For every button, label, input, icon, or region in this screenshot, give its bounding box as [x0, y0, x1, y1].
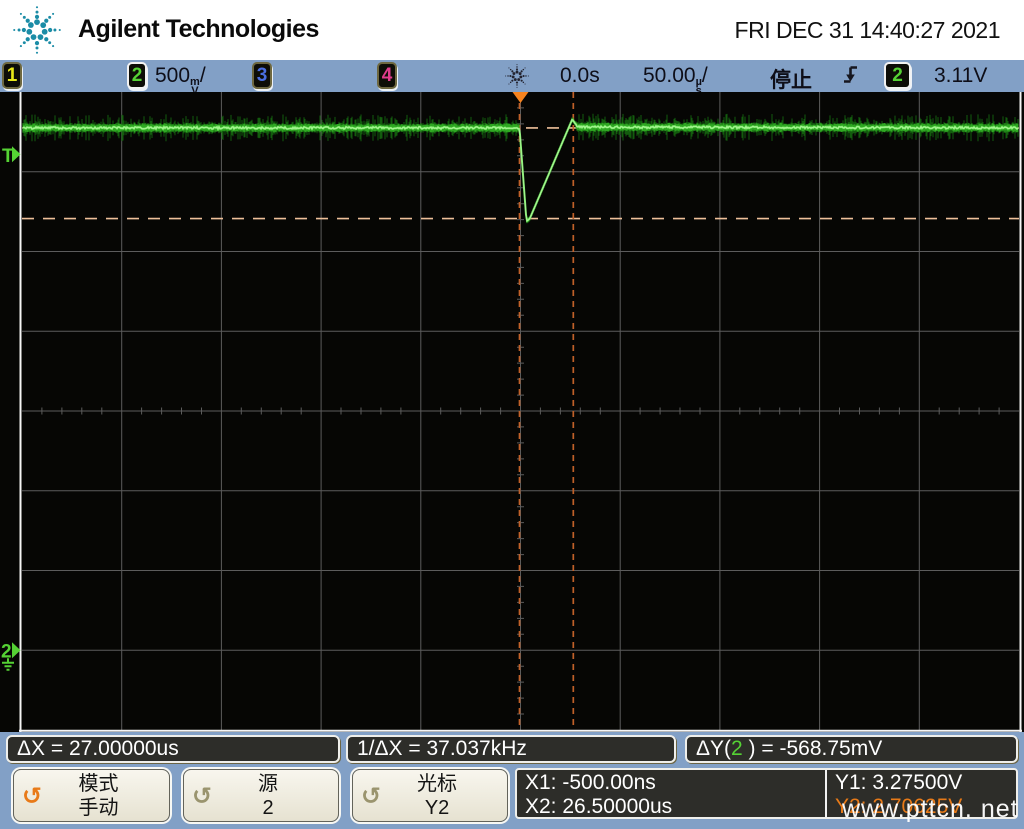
knob-icon: ↺ — [22, 786, 42, 806]
trigger-source-badge: 2 — [884, 62, 911, 89]
channel-2-badge: 2 — [127, 62, 147, 89]
header: Agilent Technologies FRI DEC 31 14:40:27… — [0, 0, 1024, 60]
x2-value: X2: 26.50000us — [525, 795, 825, 819]
agilent-logo-icon — [6, 2, 68, 58]
channel-2-ground-label: 2 — [1, 641, 12, 662]
softkey-cursor[interactable]: ↺ 光标Y2 — [352, 769, 508, 822]
delay-readout: 0.0s — [560, 64, 600, 88]
falling-edge-trigger-icon — [842, 65, 859, 84]
brand-name: Agilent Technologies — [78, 15, 319, 44]
softkey-source[interactable]: ↺ 源2 — [183, 769, 339, 822]
y1-value: Y1: 3.27500V — [835, 771, 1016, 795]
inverse-delta-x-readout: 1/ΔX = 37.037kHz — [346, 735, 676, 763]
waveform-display: T2 — [0, 92, 1024, 732]
trigger-level-readout: 3.11V — [934, 64, 987, 88]
channel-3-badge: 3 — [252, 62, 272, 89]
softkey-cursor-label: 光标Y2 — [381, 772, 493, 820]
channel-1-number: 1 — [7, 65, 18, 87]
knob-icon: ↺ — [192, 786, 212, 806]
x-cursor-values: X1: -500.00ns X2: 26.50000us — [517, 770, 825, 817]
datetime: FRI DEC 31 14:40:27 2021 — [735, 17, 1000, 44]
oscilloscope-screen: Agilent Technologies FRI DEC 31 14:40:27… — [0, 0, 1024, 829]
channel-4-badge: 4 — [377, 62, 397, 89]
run-state: 停止 — [770, 64, 812, 94]
delta-y-source: 2 — [731, 737, 743, 761]
trigger-source-number: 2 — [892, 65, 903, 87]
softkey-mode-label: 模式手动 — [42, 772, 155, 820]
status-bar: 1 2 500mV/ 3 4 0.0s 50.00µs/ 停止 2 3.11V — [0, 60, 1024, 92]
channel-2-number: 2 — [132, 65, 143, 87]
knob-icon: ↺ — [361, 786, 381, 806]
channel-3-number: 3 — [257, 65, 268, 87]
x1-value: X1: -500.00ns — [525, 771, 825, 795]
watermark: www.pttcn. net — [842, 795, 1019, 824]
channel-1-badge: 1 — [2, 62, 22, 89]
softkey-source-label: 源2 — [212, 772, 324, 820]
scale-value: 500 — [155, 64, 190, 87]
timebase-value: 50.00 — [643, 64, 696, 87]
softkey-mode[interactable]: ↺ 模式手动 — [13, 769, 170, 822]
delta-x-readout: ΔX = 27.00000us — [6, 735, 340, 763]
delta-y-readout: ΔY(2 ) = -568.75mV — [685, 735, 1018, 763]
graticule-background — [0, 92, 1024, 732]
channel-4-number: 4 — [382, 65, 393, 87]
acquisition-star-icon — [503, 62, 531, 90]
